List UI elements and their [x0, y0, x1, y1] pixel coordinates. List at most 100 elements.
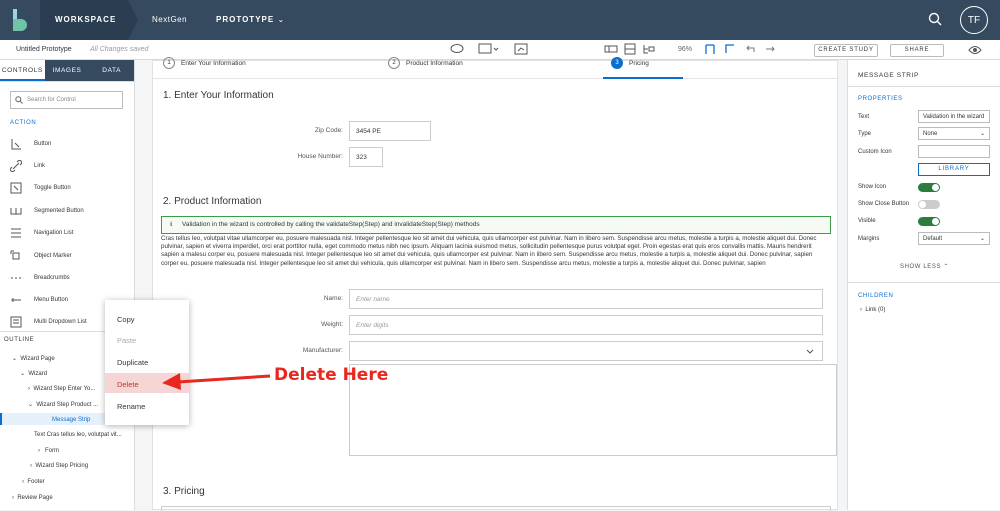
zoom-level[interactable]: 96% [678, 46, 692, 53]
child-link-item[interactable]: › Link (0) [860, 307, 885, 313]
redo-icon[interactable] [764, 43, 776, 55]
manufacturer-select[interactable] [349, 341, 823, 361]
object-marker-icon [10, 250, 20, 260]
breadcrumb-prototype-label: PROTOTYPE [216, 15, 275, 24]
toggle-button-icon [10, 182, 22, 194]
custom-icon-input[interactable] [918, 145, 990, 158]
table-icon[interactable] [624, 43, 636, 55]
name-label: Name: [323, 295, 343, 302]
preview-icon[interactable] [514, 43, 528, 55]
tree-item-wizard-step-enter[interactable]: › Wizard Step Enter Yo... [28, 386, 95, 392]
visible-label: Visible [858, 218, 876, 224]
control-item-link[interactable]: Link [10, 160, 45, 172]
comment-icon[interactable] [450, 43, 464, 55]
search-icon [15, 96, 23, 104]
device-select-icon[interactable] [478, 43, 500, 55]
step-label: Product Information [406, 59, 463, 67]
tree-item-text[interactable]: Text Cras tellus leo, volutpat vit... [34, 432, 122, 438]
toolbar: Untitled Prototype All Changes saved 96%… [0, 40, 1000, 60]
breadcrumb-prototype[interactable]: PROTOTYPE ⌄ [216, 0, 285, 40]
margins-select[interactable]: Default ⌄ [918, 232, 990, 245]
wizard-step-2[interactable]: 2 Product Information [388, 57, 463, 69]
control-item-menu-button[interactable]: Menu Button [10, 294, 68, 306]
breadcrumb-workspace[interactable]: WORKSPACE [40, 0, 128, 40]
tab-controls[interactable]: CONTROLS [0, 60, 45, 81]
prototype-title[interactable]: Untitled Prototype [16, 46, 72, 53]
eye-icon[interactable] [968, 45, 982, 57]
align-icon[interactable] [704, 43, 716, 55]
share-button[interactable]: SHARE [890, 44, 944, 57]
tree-item-wizard[interactable]: ⌄ Wizard [20, 370, 47, 377]
visible-toggle[interactable] [918, 217, 940, 226]
annotation-label: Delete Here [274, 365, 389, 385]
control-label: Button [34, 141, 52, 147]
app-logo[interactable] [0, 0, 40, 40]
chevron-down-icon: ⌄ [28, 402, 34, 408]
chevron-down-icon [806, 349, 814, 354]
tab-images[interactable]: IMAGES [44, 60, 90, 81]
breadcrumbs-icon [11, 277, 21, 279]
hierarchy-icon[interactable] [642, 43, 656, 55]
text-property-input[interactable]: Validation in the wizard [918, 110, 990, 123]
tree-label: Wizard [28, 371, 48, 377]
control-item-segmented-button[interactable]: Segmented Button [10, 205, 84, 217]
menu-item-rename[interactable]: Rename [105, 395, 189, 415]
create-study-button[interactable]: CREATE STUDY [814, 44, 878, 57]
show-close-button-toggle[interactable] [918, 200, 940, 209]
tree-item-message-strip[interactable]: Message Strip [52, 417, 90, 423]
left-panel: CONTROLS IMAGES DATA Search for Control … [0, 60, 135, 510]
menu-item-copy[interactable]: Copy [105, 308, 189, 328]
control-label: Multi Dropdown List [34, 319, 87, 325]
chevron-down-icon: ⌄ [277, 15, 286, 24]
menu-item-paste[interactable]: Paste [105, 329, 189, 349]
control-label: Link [34, 163, 46, 169]
tree-item-form[interactable]: › Form [38, 448, 59, 454]
house-number-input[interactable]: 323 [349, 147, 383, 167]
control-item-breadcrumbs[interactable]: Breadcrumbs [10, 272, 70, 284]
tree-item-footer[interactable]: › Footer [22, 479, 45, 485]
control-item-object-marker[interactable]: Object Marker [10, 250, 72, 262]
chevron-right-icon: › [22, 479, 24, 485]
tree-item-review-page[interactable]: › Review Page [12, 495, 53, 501]
tree-label: Footer [27, 479, 45, 485]
tree-item-wizard-step-product[interactable]: ⌄ Wizard Step Product ... [28, 401, 98, 408]
control-label: Segmented Button [34, 208, 84, 214]
menu-button-icon [11, 298, 21, 302]
weight-input[interactable]: Enter digits [349, 315, 823, 335]
wizard-progress: 1 Enter Your Information 2 Product Informa… [153, 57, 839, 79]
search-icon[interactable] [928, 12, 942, 31]
description-textarea[interactable] [349, 364, 837, 456]
properties-heading: PROPERTIES [858, 96, 903, 102]
button-icon [11, 139, 21, 150]
type-property-label: Type [858, 131, 872, 137]
control-item-button[interactable]: Button [10, 138, 51, 150]
control-label: Object Marker [34, 253, 72, 259]
control-item-multi-dropdown-list[interactable]: Multi Dropdown List [10, 316, 87, 328]
control-search-input[interactable]: Search for Control [10, 91, 123, 109]
show-icon-toggle[interactable] [918, 183, 940, 192]
type-property-select[interactable]: None ⌄ [918, 127, 990, 140]
control-item-navigation-list[interactable]: Navigation List [10, 227, 73, 239]
type-value: None [923, 131, 938, 137]
library-button[interactable]: LIBRARY [918, 163, 990, 176]
wizard-step-1[interactable]: 1 Enter Your Information [163, 57, 246, 69]
user-avatar[interactable]: TF [960, 6, 988, 34]
annotation-arrow [162, 373, 271, 390]
wizard-step-3[interactable]: 3 Pricing [611, 57, 649, 69]
breadcrumb-project[interactable]: NextGen [152, 0, 187, 40]
show-icon-label: Show Icon [858, 184, 887, 190]
main-area: 1 Enter Your Information 2 Product Informa… [135, 57, 847, 511]
tree-label: Wizard Step Product ... [36, 402, 99, 408]
layout-icon[interactable] [604, 43, 618, 55]
chevron-right-icon: › [38, 448, 40, 454]
control-item-toggle-button[interactable]: Toggle Button [10, 182, 71, 194]
zip-code-input[interactable]: 3454 PE [349, 121, 431, 141]
message-strip[interactable]: ℹ Validation in the wizard is controlled… [161, 216, 831, 234]
name-input[interactable]: Enter name [349, 289, 823, 309]
tab-data[interactable]: DATA [89, 60, 135, 81]
tree-item-wizard-step-pricing[interactable]: › Wizard Step Pricing [30, 463, 88, 469]
frame-icon[interactable] [724, 43, 736, 55]
tree-item-wizard-page[interactable]: ⌄ Wizard Page [12, 355, 55, 362]
show-less-link[interactable]: SHOW LESS ⌃ [900, 263, 949, 270]
undo-icon[interactable] [744, 43, 756, 55]
